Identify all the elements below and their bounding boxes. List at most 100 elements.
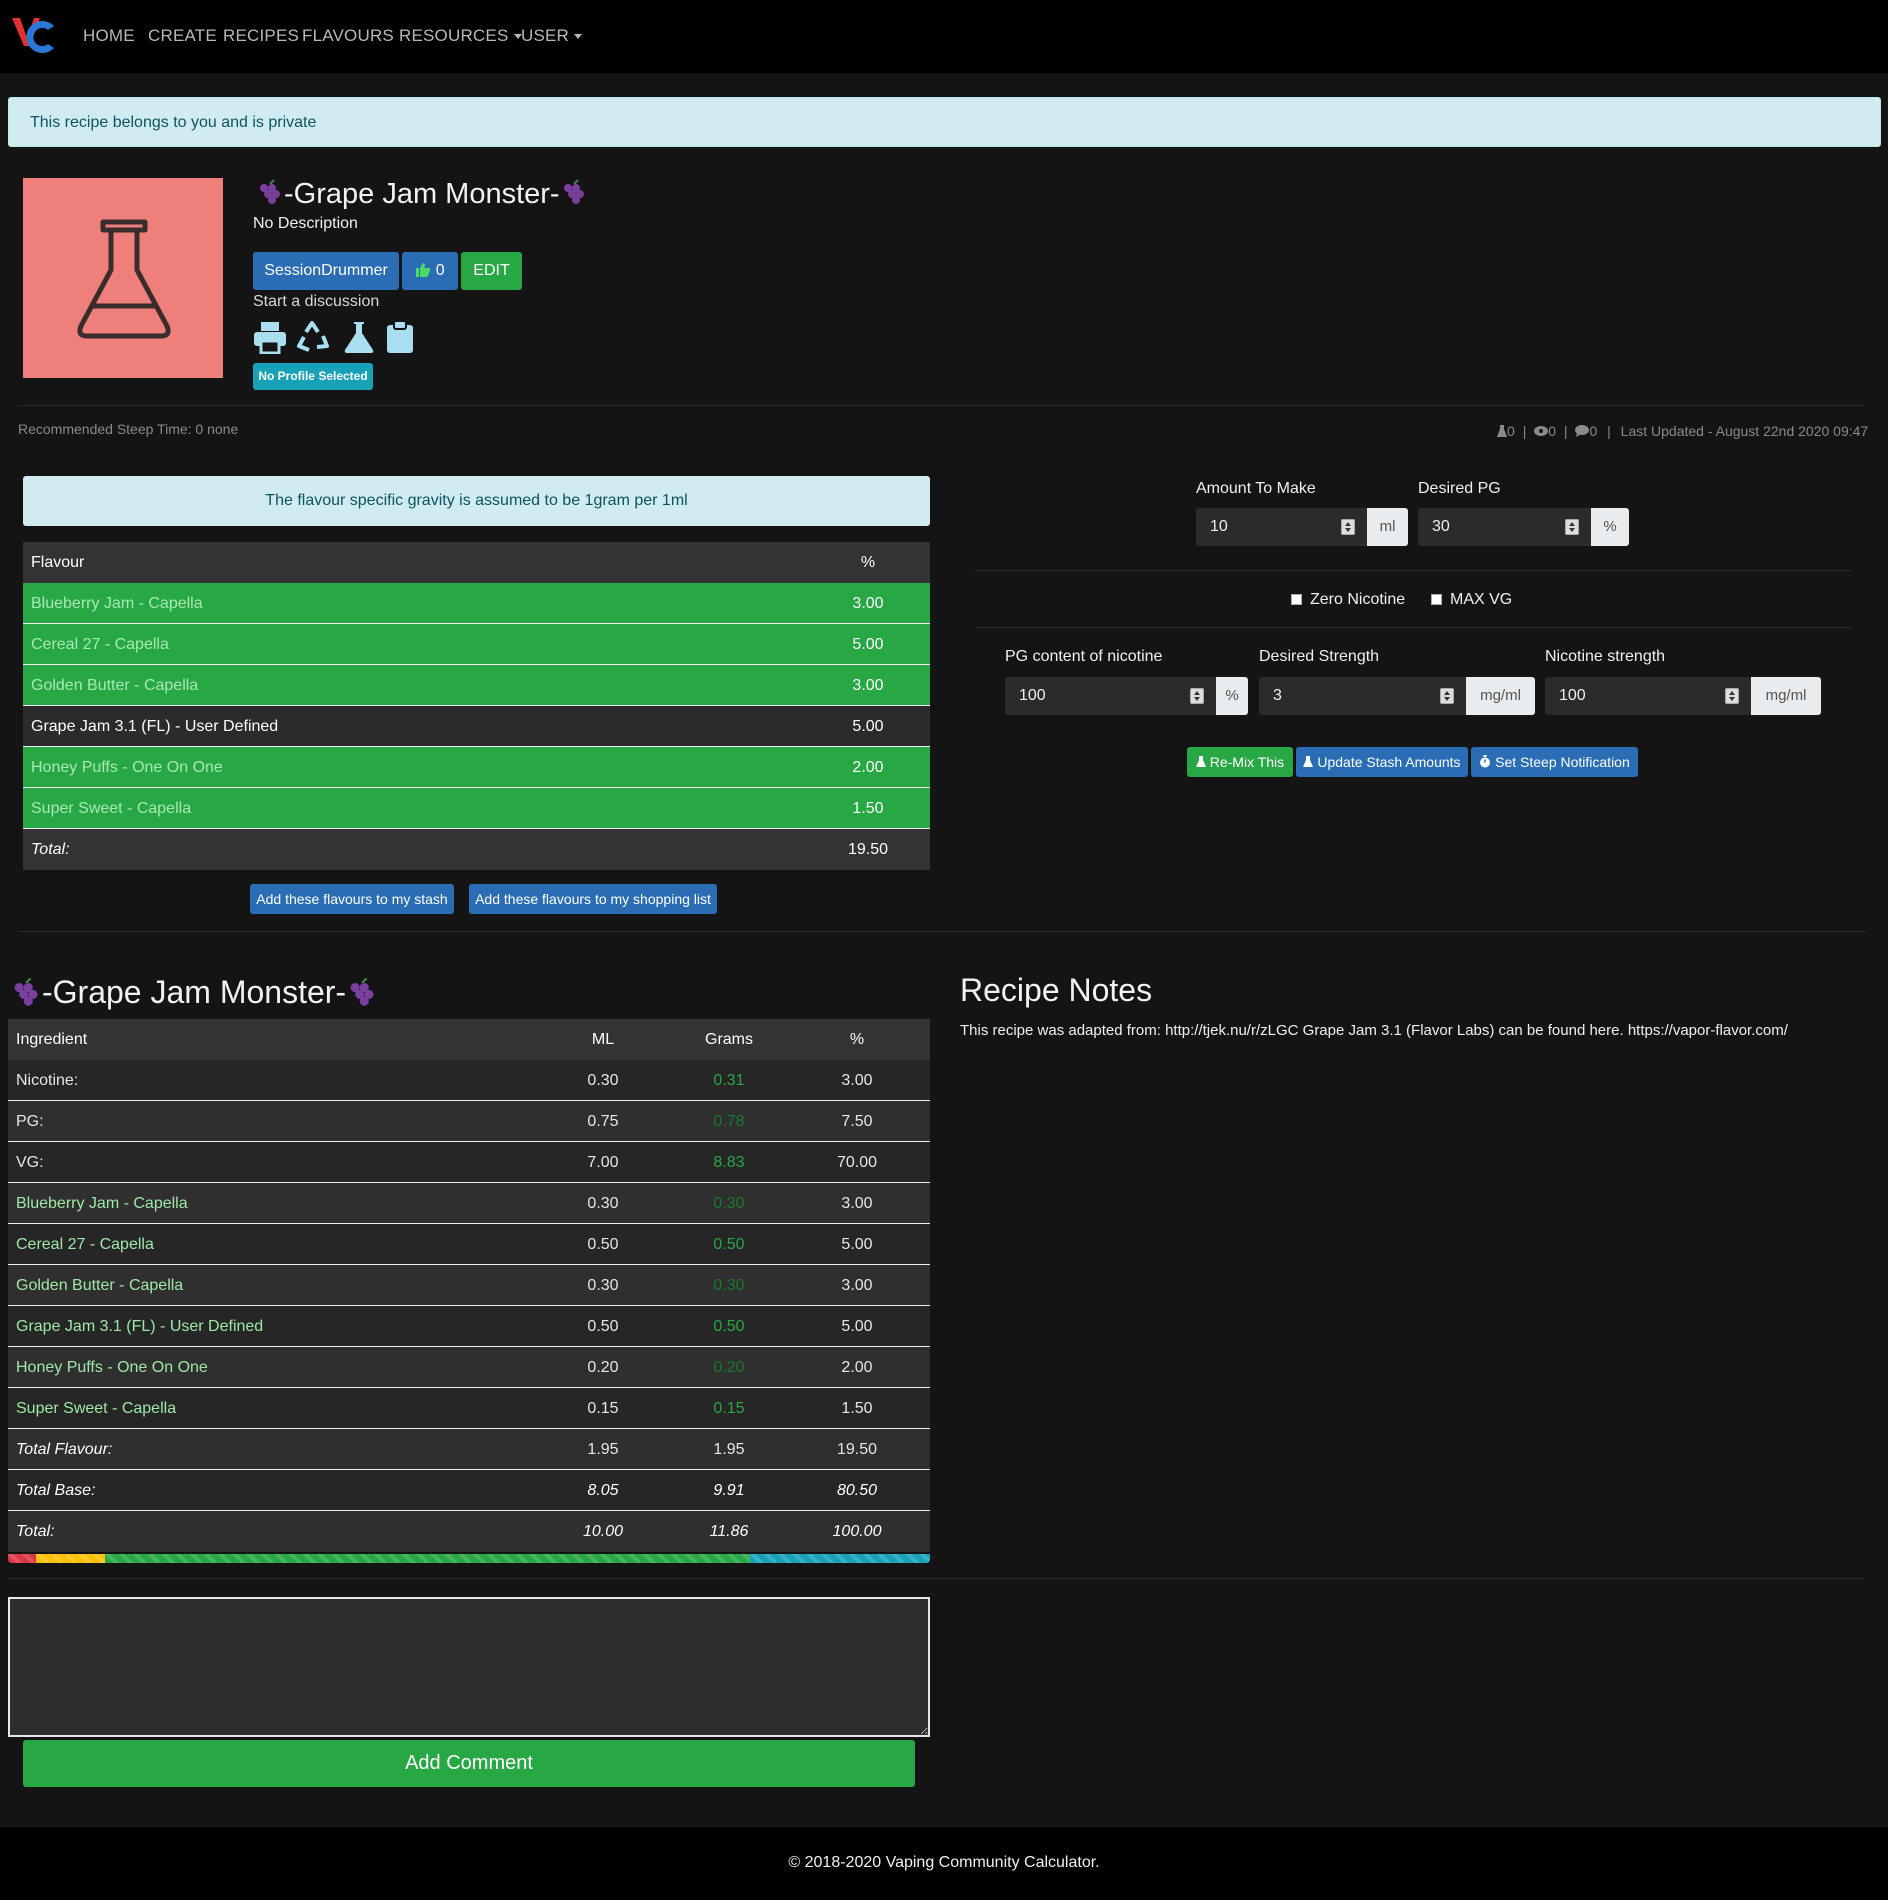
strength-unit: mg/ml xyxy=(1466,677,1535,715)
nic-strength-label: Nicotine strength xyxy=(1545,648,1666,665)
grapes-icon xyxy=(346,976,378,1014)
amount-input[interactable]: 10 xyxy=(1196,508,1367,546)
nav-user[interactable]: USER xyxy=(521,26,583,46)
table-total-row: Total: 10.00 11.86 100.00 xyxy=(8,1511,930,1552)
stopwatch-icon xyxy=(1480,755,1491,768)
steep-notification-button[interactable]: Set Steep Notification xyxy=(1471,747,1638,777)
spinner-icon[interactable] xyxy=(1341,519,1355,535)
nic-pg-input[interactable]: 100 xyxy=(1005,677,1216,715)
chevron-down-icon xyxy=(574,34,583,40)
pg-unit: % xyxy=(1591,508,1629,546)
grapes-icon xyxy=(256,178,284,212)
eye-icon xyxy=(1534,426,1549,436)
flask-icon xyxy=(1497,425,1507,437)
mix-progress-bar xyxy=(8,1554,930,1563)
table-total-row: Total: 19.50 xyxy=(23,829,930,870)
grapes-icon xyxy=(560,178,588,212)
spinner-icon[interactable] xyxy=(1725,688,1739,704)
recipe-image xyxy=(23,178,223,378)
table-row: Cereal 27 - Capella 5.00 xyxy=(23,624,930,665)
remix-button[interactable]: Re-Mix This xyxy=(1187,747,1293,777)
amount-label: Amount To Make xyxy=(1196,480,1316,497)
recipe-stats: 0 | 0 | 0 | Last Updated - August 22nd 2… xyxy=(1497,423,1868,439)
divider xyxy=(18,405,1866,406)
nic-strength-unit: mg/ml xyxy=(1751,677,1821,715)
ingredient-table: Ingredient ML Grams % Nicotine: 0.30 0.3… xyxy=(8,1019,930,1553)
divider xyxy=(975,627,1851,628)
nav-home[interactable]: HOME xyxy=(83,26,135,46)
strength-input[interactable]: 3 xyxy=(1259,677,1466,715)
update-stash-button[interactable]: Update Stash Amounts xyxy=(1296,747,1468,777)
flask-icon xyxy=(77,219,171,339)
nav-resources[interactable]: RESOURCES xyxy=(399,26,522,46)
table-row: VG: 7.00 8.83 70.00 xyxy=(8,1142,930,1183)
flavour-table: Flavour % Blueberry Jam - Capella 3.00 C… xyxy=(23,542,930,870)
table-row: Grape Jam 3.1 (FL) - User Defined 5.00 xyxy=(23,706,930,747)
comment-icon xyxy=(1575,425,1590,437)
profile-badge[interactable]: No Profile Selected xyxy=(253,363,373,390)
table-row: Blueberry Jam - Capella 3.00 xyxy=(23,583,930,624)
nic-strength-input[interactable]: 100 xyxy=(1545,677,1751,715)
table-row: Grape Jam 3.1 (FL) - User Defined 0.50 0… xyxy=(8,1306,930,1347)
amount-unit: ml xyxy=(1367,508,1408,546)
grapes-icon xyxy=(10,976,42,1014)
spinner-icon[interactable] xyxy=(1440,688,1454,704)
print-icon[interactable] xyxy=(253,320,287,354)
add-to-shopping-list-button[interactable]: Add these flavours to my shopping list xyxy=(469,884,717,914)
mix-bar-segment xyxy=(750,1554,930,1563)
nav-flavours[interactable]: FLAVOURS xyxy=(302,26,394,46)
nav-create[interactable]: CREATE xyxy=(148,26,217,46)
nic-pg-unit: % xyxy=(1216,677,1248,715)
table-row: PG: 0.75 0.78 7.50 xyxy=(8,1101,930,1142)
table-row: Golden Butter - Capella 3.00 xyxy=(23,665,930,706)
table-row: Blueberry Jam - Capella 0.30 0.30 3.00 xyxy=(8,1183,930,1224)
flask-icon xyxy=(1303,756,1314,767)
table-row: Super Sweet - Capella 0.15 0.15 1.50 xyxy=(8,1388,930,1429)
like-button[interactable]: 0 xyxy=(402,252,458,290)
table-row: Golden Butter - Capella 0.30 0.30 3.00 xyxy=(8,1265,930,1306)
divider xyxy=(975,570,1851,571)
table-total-row: Total Flavour: 1.95 1.95 19.50 xyxy=(8,1429,930,1470)
recipe-title: -Grape Jam Monster- xyxy=(256,178,588,212)
site-logo[interactable] xyxy=(10,14,56,56)
table-row: Cereal 27 - Capella 0.50 0.50 5.00 xyxy=(8,1224,930,1265)
table-row: Super Sweet - Capella 1.50 xyxy=(23,788,930,829)
max-vg-checkbox[interactable]: MAX VG xyxy=(1431,591,1512,609)
clipboard-icon[interactable] xyxy=(386,320,414,354)
pg-input[interactable]: 30 xyxy=(1418,508,1591,546)
add-to-stash-button[interactable]: Add these flavours to my stash xyxy=(250,884,454,914)
steep-time: Recommended Steep Time: 0 none xyxy=(18,421,239,437)
table-header: Ingredient ML Grams % xyxy=(8,1019,930,1060)
recipe-description: No Description xyxy=(253,215,358,232)
start-discussion-link[interactable]: Start a discussion xyxy=(253,293,379,311)
notes-text: This recipe was adapted from: http://tje… xyxy=(960,1022,1788,1039)
edit-button[interactable]: EDIT xyxy=(461,252,522,290)
private-alert: This recipe belongs to you and is privat… xyxy=(8,97,1881,147)
thumbs-up-icon xyxy=(416,263,431,277)
comment-input[interactable] xyxy=(8,1597,930,1737)
zero-nicotine-checkbox[interactable]: Zero Nicotine xyxy=(1291,591,1405,609)
table-row: Honey Puffs - One On One 2.00 xyxy=(23,747,930,788)
table-header: Flavour % xyxy=(23,542,930,583)
divider xyxy=(8,1578,1866,1579)
table-row: Nicotine: 0.30 0.31 3.00 xyxy=(8,1060,930,1101)
strength-label: Desired Strength xyxy=(1259,648,1380,665)
spinner-icon[interactable] xyxy=(1565,519,1579,535)
add-comment-button[interactable]: Add Comment xyxy=(23,1740,915,1787)
mix-bar-segment xyxy=(8,1554,36,1563)
pg-label: Desired PG xyxy=(1418,480,1501,497)
mix-bar-segment xyxy=(104,1554,751,1563)
checkbox-icon[interactable] xyxy=(1431,594,1442,606)
footer-copyright: © 2018-2020 Vaping Community Calculator. xyxy=(788,1854,1100,1871)
table-total-row: Total Base: 8.05 9.91 80.50 xyxy=(8,1470,930,1511)
author-button[interactable]: SessionDrummer xyxy=(253,252,399,290)
spinner-icon[interactable] xyxy=(1190,688,1204,704)
table-row: Honey Puffs - One On One 0.20 0.20 2.00 xyxy=(8,1347,930,1388)
checkbox-icon[interactable] xyxy=(1291,594,1302,606)
ingredients-title: -Grape Jam Monster- xyxy=(10,974,378,1014)
mix-bar-segment xyxy=(35,1554,105,1563)
gravity-alert: The flavour specific gravity is assumed … xyxy=(23,476,930,526)
recycle-icon[interactable] xyxy=(296,320,330,354)
flask-icon[interactable] xyxy=(343,320,375,354)
nav-recipes[interactable]: RECIPES xyxy=(223,26,299,46)
